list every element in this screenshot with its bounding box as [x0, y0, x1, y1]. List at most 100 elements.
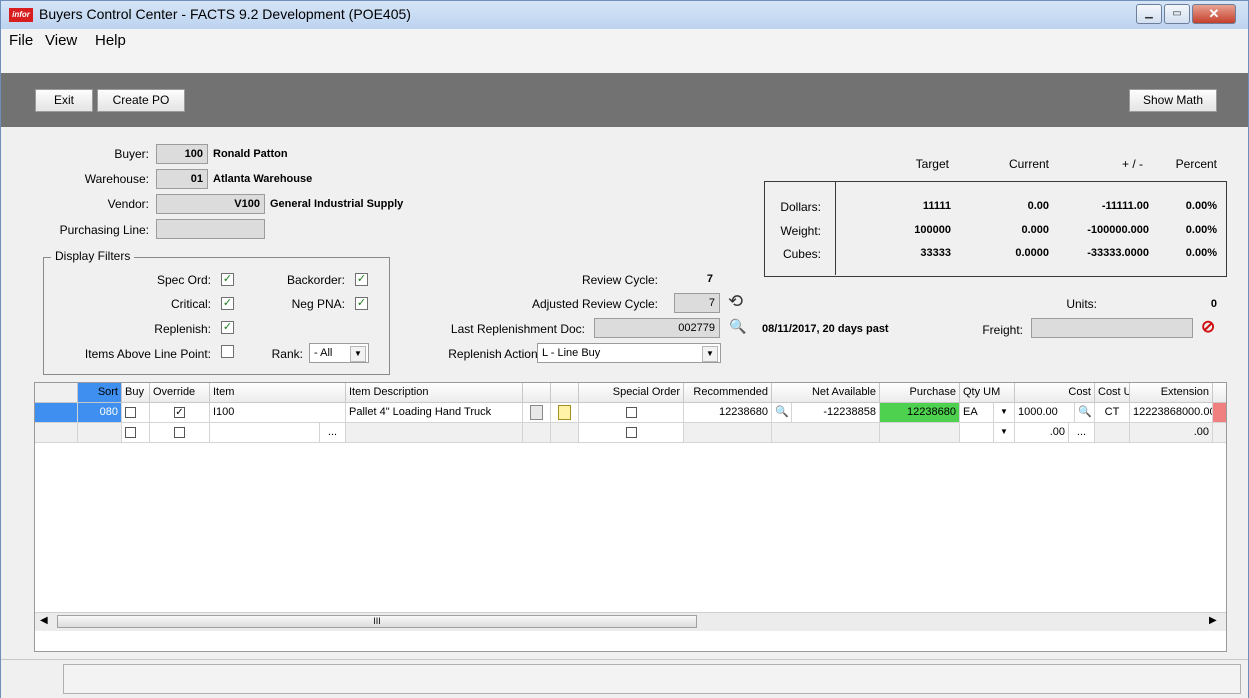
rank-select[interactable]: - All ▼	[309, 343, 369, 363]
close-button[interactable]: ✕	[1192, 4, 1236, 24]
note-icon[interactable]	[530, 404, 543, 420]
grid-header-net-available[interactable]: Net Available	[772, 383, 880, 403]
chevron-down-icon[interactable]: ▼	[994, 423, 1015, 443]
cubes-diff: -33333.0000	[1087, 247, 1149, 259]
exit-button[interactable]: Exit	[35, 89, 93, 112]
row1-override[interactable]: ✓	[150, 403, 210, 423]
grid-header-override[interactable]: Override	[150, 383, 210, 403]
row2-item-lookup-button[interactable]: ...	[320, 423, 346, 443]
menu-help[interactable]: Help	[95, 32, 126, 49]
row2-special-order[interactable]	[579, 423, 684, 443]
spec-ord-checkbox[interactable]: ✓	[221, 273, 234, 286]
row1-action-icon[interactable]	[1213, 403, 1226, 423]
row1-buy[interactable]	[122, 403, 150, 423]
vendor-label: Vendor:	[107, 197, 149, 211]
note-icon[interactable]	[558, 404, 571, 420]
menu-file[interactable]: File	[9, 32, 33, 49]
adjusted-review-cycle-field[interactable]: 7	[674, 293, 720, 313]
grid-hscrollbar[interactable]: ◀ III ▶	[35, 612, 1226, 631]
row2-item-input[interactable]	[210, 423, 320, 443]
freight-field[interactable]	[1031, 318, 1193, 338]
row1-item[interactable]: I100	[210, 403, 346, 423]
cost-search-icon[interactable]: 🔍	[1075, 403, 1095, 423]
row2-cost-um	[1095, 423, 1130, 443]
totals-header-target: Target	[915, 157, 949, 171]
create-po-button[interactable]: Create PO	[97, 89, 185, 112]
warehouse-code-field[interactable]: 01	[156, 169, 208, 189]
grid-header-buy[interactable]: Buy	[122, 383, 150, 403]
items-above-checkbox[interactable]	[221, 345, 234, 358]
row2-note2	[551, 423, 579, 443]
special-order-checkbox[interactable]	[625, 406, 637, 418]
reset-icon[interactable]: ⟲	[728, 291, 743, 312]
maximize-button[interactable]: ▭	[1164, 4, 1190, 24]
minimize-icon: ▁	[1145, 8, 1153, 19]
grid-header-qty-um[interactable]: Qty UM	[960, 383, 1015, 403]
buy-checkbox[interactable]	[125, 426, 136, 438]
close-icon: ✕	[1208, 6, 1220, 21]
grid-header-special-order[interactable]: Special Order	[579, 383, 684, 403]
row2-sort[interactable]	[78, 423, 122, 443]
row2-selector[interactable]	[35, 423, 78, 443]
scroll-left-icon[interactable]: ◀	[40, 615, 48, 626]
grid-header-description[interactable]: Item Description	[346, 383, 523, 403]
vendor-code-field[interactable]: V100	[156, 194, 265, 214]
grid-header-sort[interactable]: Sort	[78, 383, 122, 403]
override-checkbox[interactable]	[174, 426, 185, 438]
net-available-search-icon[interactable]: 🔍	[772, 403, 792, 423]
row2-cost[interactable]: .00	[1015, 423, 1069, 443]
row2-qty-um[interactable]	[960, 423, 994, 443]
show-math-button[interactable]: Show Math	[1129, 89, 1217, 112]
special-order-checkbox[interactable]	[625, 426, 637, 438]
grid-header-purchase[interactable]: Purchase	[880, 383, 960, 403]
grid-header-note2[interactable]	[551, 383, 579, 403]
row2-net-available	[772, 423, 880, 443]
cancel-icon[interactable]: ⊘	[1201, 317, 1215, 337]
row2-buy[interactable]	[122, 423, 150, 443]
grid-header-cost[interactable]: Cost	[1015, 383, 1095, 403]
row2-purchase[interactable]	[880, 423, 960, 443]
grid-header-item[interactable]: Item	[210, 383, 346, 403]
minimize-button[interactable]: ▁	[1136, 4, 1162, 24]
row2-override[interactable]	[150, 423, 210, 443]
grid-header-note1[interactable]	[523, 383, 551, 403]
rank-select-value: - All	[314, 347, 333, 359]
backorder-checkbox[interactable]: ✓	[355, 273, 368, 286]
row1-net-available: -12238858	[792, 403, 880, 423]
row1-cost[interactable]: 1000.00	[1015, 403, 1075, 423]
scroll-right-icon[interactable]: ▶	[1209, 615, 1217, 626]
row1-qty-um[interactable]: EA	[960, 403, 994, 423]
override-checkbox[interactable]: ✓	[174, 406, 185, 418]
row1-selector[interactable]	[35, 403, 78, 423]
replenish-action-select[interactable]: L - Line Buy ▼	[537, 343, 721, 363]
buyer-name: Ronald Patton	[213, 148, 288, 160]
last-replenishment-doc-field[interactable]: 002779	[594, 318, 720, 338]
row1-purchase[interactable]: 12238680	[880, 403, 960, 423]
row1-special-order[interactable]	[579, 403, 684, 423]
items-above-label: Items Above Line Point:	[84, 347, 211, 361]
buyer-code-field[interactable]: 100	[156, 144, 208, 164]
grid-header-recommended[interactable]: Recommended	[684, 383, 772, 403]
row1-description: Pallet 4" Loading Hand Truck	[346, 403, 523, 423]
chevron-down-icon: ▼	[350, 346, 366, 362]
scroll-grip-icon: III	[373, 616, 381, 626]
menu-view[interactable]: View	[45, 32, 77, 49]
grid-header-cost-um[interactable]: Cost UM	[1095, 383, 1130, 403]
row2-cost-lookup-button[interactable]: ...	[1069, 423, 1095, 443]
purchasing-line-field[interactable]	[156, 219, 265, 239]
row2-recommended	[684, 423, 772, 443]
chevron-down-icon[interactable]: ▼	[994, 403, 1015, 423]
row1-sort[interactable]: 080	[78, 403, 122, 423]
replenish-checkbox[interactable]: ✓	[221, 321, 234, 334]
critical-label: Critical:	[170, 297, 211, 311]
search-icon[interactable]: 🔍	[729, 318, 746, 335]
buy-checkbox[interactable]	[125, 406, 136, 418]
check-icon: ✓	[356, 297, 367, 309]
scroll-thumb[interactable]: III	[57, 615, 697, 628]
critical-checkbox[interactable]: ✓	[221, 297, 234, 310]
grid-header-extension[interactable]: Extension	[1130, 383, 1213, 403]
row2-end	[1213, 423, 1226, 443]
row1-note1[interactable]	[523, 403, 551, 423]
row1-note2[interactable]	[551, 403, 579, 423]
neg-pna-checkbox[interactable]: ✓	[355, 297, 368, 310]
